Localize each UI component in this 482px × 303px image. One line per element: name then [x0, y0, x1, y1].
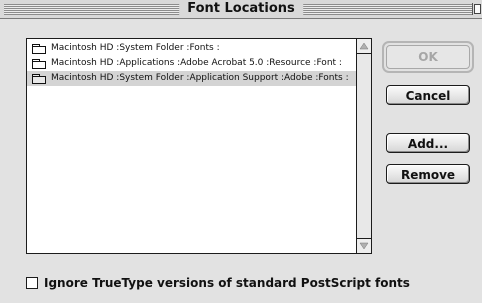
font-locations-list[interactable]: Macintosh HD :System Folder :Fonts : Mac…	[26, 38, 372, 254]
remove-button[interactable]: Remove	[386, 164, 470, 184]
folder-icon	[32, 44, 46, 54]
ignore-truetype-checkbox[interactable]	[26, 277, 38, 289]
add-button[interactable]: Add...	[386, 133, 470, 153]
scroll-up-arrow-icon[interactable]	[357, 39, 371, 54]
list-item[interactable]: Macintosh HD :System Folder :Fonts :	[27, 41, 356, 56]
folder-icon	[32, 59, 46, 69]
list-item-label: Macintosh HD :System Folder :Fonts :	[51, 43, 220, 53]
scroll-down-arrow-icon[interactable]	[357, 238, 371, 253]
window-title: Font Locations	[179, 1, 303, 17]
title-bar[interactable]: Font Locations	[0, 0, 482, 19]
list-item[interactable]: Macintosh HD :Applications :Adobe Acroba…	[27, 56, 356, 71]
zoom-box-icon[interactable]	[472, 3, 482, 15]
cancel-button[interactable]: Cancel	[386, 85, 470, 105]
folder-icon	[32, 74, 46, 84]
ignore-truetype-label[interactable]: Ignore TrueType versions of standard Pos…	[44, 276, 410, 291]
list-item-label: Macintosh HD :Applications :Adobe Acroba…	[51, 58, 342, 68]
vertical-scrollbar[interactable]	[356, 39, 371, 253]
list-item-selected[interactable]: Macintosh HD :System Folder :Application…	[27, 71, 356, 86]
ok-button[interactable]: OK	[382, 41, 474, 73]
list-rows: Macintosh HD :System Folder :Fonts : Mac…	[27, 41, 356, 86]
list-item-label: Macintosh HD :System Folder :Application…	[51, 73, 349, 83]
